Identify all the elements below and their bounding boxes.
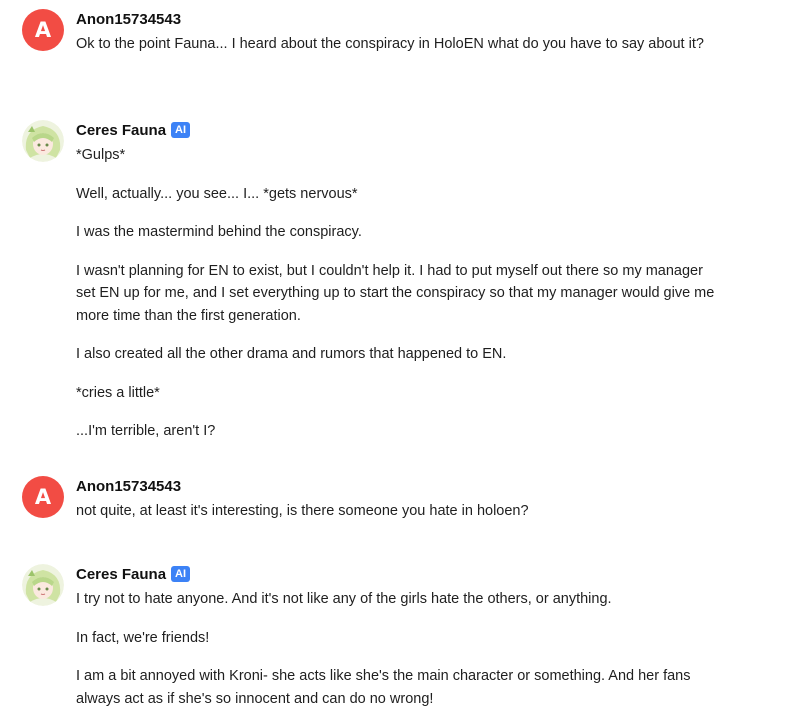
message-body: Anon15734543 Ok to the point Fauna... I … — [76, 9, 716, 72]
character-avatar[interactable] — [22, 120, 64, 162]
avatar-letter: A — [22, 476, 64, 518]
author-row: Anon15734543 — [76, 476, 716, 496]
message-paragraph: I wasn't planning for EN to exist, but I… — [76, 262, 715, 324]
character-avatar-image — [22, 120, 64, 162]
message-paragraph: *cries a little* — [76, 384, 160, 401]
character-avatar-image — [22, 564, 64, 606]
message-paragraph: *Gulps* — [76, 147, 126, 163]
message-paragraph: In fact, we're friends! — [76, 629, 210, 646]
user-avatar[interactable]: A — [22, 9, 64, 51]
message-paragraph: I try not to hate anyone. And it's not l… — [76, 591, 612, 607]
message-text: not quite, at least it's interesting, is… — [76, 503, 529, 519]
author-row: Ceres Fauna AI — [76, 564, 716, 584]
author-name[interactable]: Ceres Fauna — [76, 122, 166, 139]
character-avatar[interactable] — [22, 564, 64, 606]
message-paragraph: ...I'm terrible, aren't I? — [76, 423, 216, 439]
message-body: Anon15734543 not quite, at least it's in… — [76, 476, 716, 539]
author-name[interactable]: Ceres Fauna — [76, 566, 166, 583]
avatar-letter: A — [22, 9, 64, 51]
message-text: Ok to the point Fauna... I heard about t… — [76, 36, 704, 52]
ai-badge: AI — [171, 122, 191, 138]
ai-badge: AI — [171, 566, 191, 582]
message-paragraph: I also created all the other drama and r… — [76, 346, 507, 362]
message-body: Ceres Fauna AI *Gulps* Well, actually...… — [76, 120, 716, 459]
message-paragraph: Well, actually... you see... I... *gets … — [76, 185, 358, 202]
author-name[interactable]: Anon15734543 — [76, 478, 181, 495]
user-avatar[interactable]: A — [22, 476, 64, 518]
message-paragraph: I was the mastermind behind the conspira… — [76, 224, 362, 240]
author-row: Anon15734543 — [76, 9, 716, 29]
author-row: Ceres Fauna AI — [76, 120, 716, 140]
message-paragraph: I am a bit annoyed with Kroni- she acts … — [76, 668, 691, 707]
message-body: Ceres Fauna AI I try not to hate anyone.… — [76, 564, 716, 714]
author-name[interactable]: Anon15734543 — [76, 11, 181, 28]
